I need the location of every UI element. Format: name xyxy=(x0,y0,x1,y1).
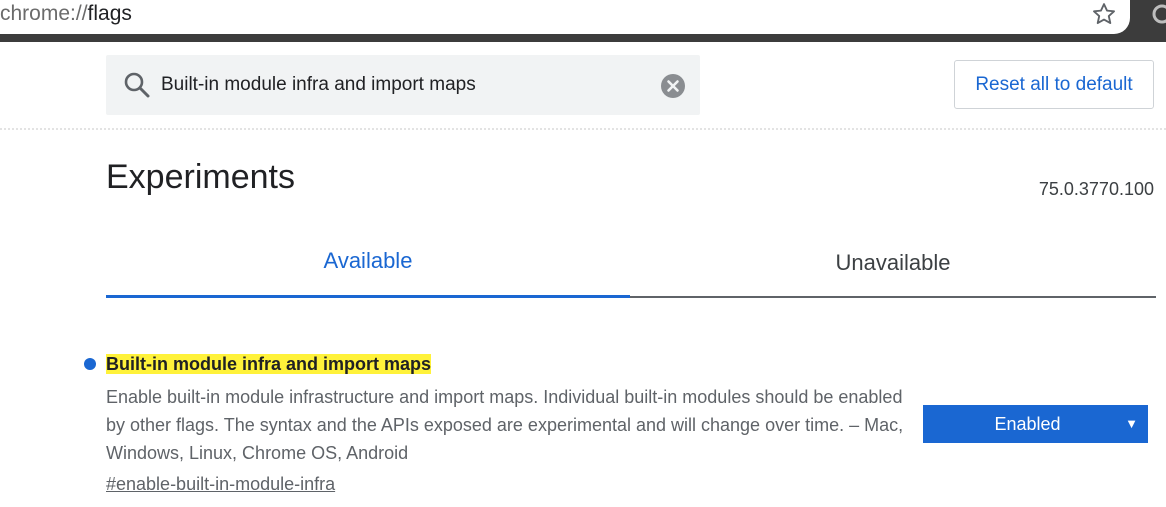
flag-state-select[interactable]: Enabled ▼ xyxy=(923,405,1148,443)
url-path: flags xyxy=(87,2,132,25)
url-text[interactable]: chrome://flags xyxy=(0,1,132,27)
search-input[interactable] xyxy=(161,67,641,103)
tab-available[interactable]: Available xyxy=(106,246,630,276)
dropdown-arrow-icon: ▼ xyxy=(1125,416,1138,431)
header-divider xyxy=(0,128,1166,130)
search-bar xyxy=(106,55,700,115)
select-value: Enabled xyxy=(994,414,1061,434)
modified-indicator-dot xyxy=(84,358,96,370)
star-icon[interactable] xyxy=(1090,0,1118,28)
flag-title: Built-in module infra and import maps xyxy=(106,352,432,376)
reset-all-button[interactable]: Reset all to default xyxy=(954,60,1154,109)
flag-description: Enable built-in module infrastructure an… xyxy=(106,387,904,463)
clear-search-icon[interactable] xyxy=(660,73,686,99)
search-icon xyxy=(124,72,150,98)
profile-icon[interactable] xyxy=(1148,2,1166,26)
page-title: Experiments xyxy=(106,158,295,196)
tab-divider xyxy=(630,296,1156,298)
url-scheme: chrome:// xyxy=(0,2,88,25)
tab-unavailable[interactable]: Unavailable xyxy=(630,248,1156,278)
version-label: 75.0.3770.100 xyxy=(1038,179,1154,199)
flag-permalink[interactable]: #enable-built-in-module-infra xyxy=(106,472,335,496)
search-highlight: Built-in module infra and import maps xyxy=(106,354,432,374)
active-tab-indicator xyxy=(106,295,630,298)
browser-toolbar: chrome://flags xyxy=(0,0,1166,42)
address-bar[interactable]: chrome://flags xyxy=(0,0,1130,34)
